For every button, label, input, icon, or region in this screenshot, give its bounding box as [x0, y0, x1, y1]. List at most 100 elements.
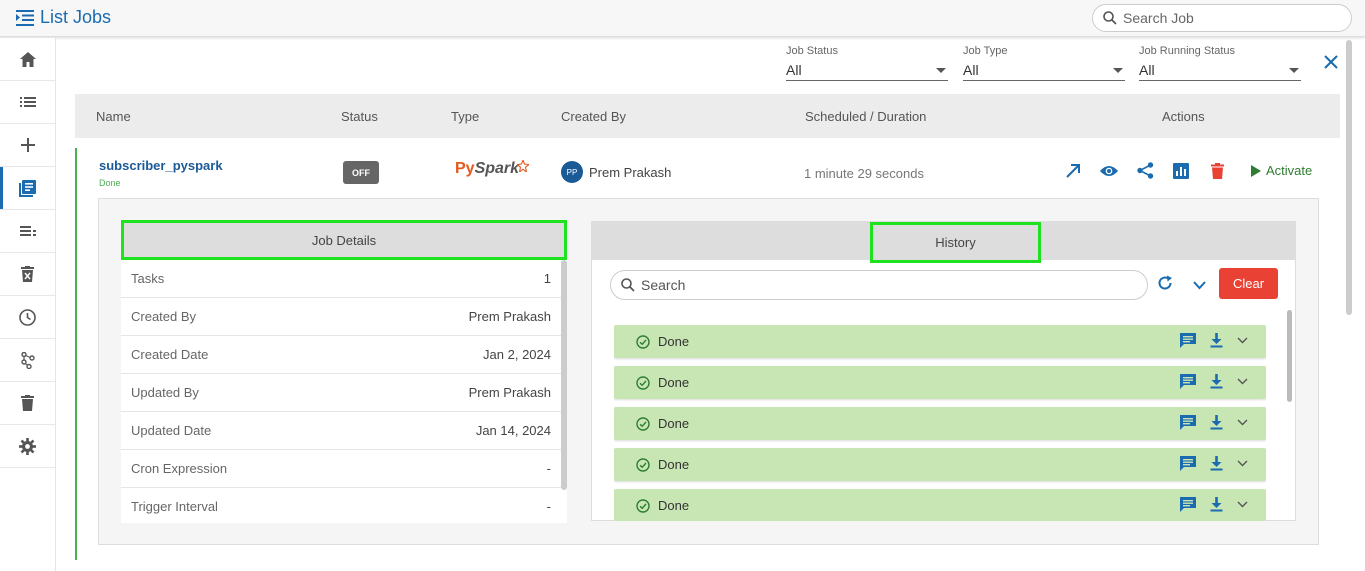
- history-scrollbar[interactable]: [1287, 310, 1292, 402]
- gear-icon: [19, 437, 36, 455]
- logs-icon[interactable]: [1180, 333, 1196, 348]
- caret-down-icon: [1113, 67, 1123, 73]
- sidebar-item-create[interactable]: [0, 124, 55, 167]
- sidebar-item-trash[interactable]: [0, 382, 55, 425]
- download-icon[interactable]: [1210, 333, 1223, 348]
- history-tab[interactable]: History: [870, 222, 1041, 263]
- chevron-down-icon: [1193, 281, 1206, 290]
- clear-button[interactable]: Clear: [1219, 268, 1278, 299]
- view-job-button[interactable]: [1091, 164, 1127, 178]
- history-panel: History Search Clear Done Done Done Done…: [591, 221, 1296, 521]
- chevron-down-icon[interactable]: [1237, 419, 1248, 426]
- delete-icon: [21, 395, 34, 411]
- chevron-down-icon[interactable]: [1237, 460, 1248, 467]
- activate-button[interactable]: Activate: [1251, 163, 1312, 178]
- caret-down-icon: [1289, 67, 1299, 73]
- chevron-down-icon[interactable]: [1237, 501, 1248, 508]
- chevron-down-icon[interactable]: [1237, 337, 1248, 344]
- share-icon: [1136, 162, 1153, 179]
- sidebar-item-list[interactable]: [0, 81, 55, 124]
- detail-row: Trigger Interval -: [121, 488, 561, 523]
- main-scrollbar[interactable]: [1346, 40, 1352, 315]
- detail-value: Jan 2, 2024: [483, 347, 551, 362]
- history-item-actions: [1180, 374, 1248, 389]
- filter-value: All: [1139, 62, 1155, 78]
- filter-label: Job Status: [786, 45, 838, 57]
- detail-value: -: [546, 461, 551, 476]
- download-icon[interactable]: [1210, 456, 1223, 471]
- detail-value: Jan 14, 2024: [475, 423, 551, 438]
- list-item[interactable]: Done: [614, 448, 1266, 481]
- list-item[interactable]: Done: [614, 489, 1266, 521]
- detail-label: Cron Expression: [131, 461, 228, 476]
- search-job-input[interactable]: [1123, 10, 1323, 26]
- status-badge[interactable]: OFF: [343, 161, 379, 184]
- open-job-button[interactable]: [1055, 163, 1091, 178]
- job-name-link[interactable]: subscriber_pyspark: [99, 158, 223, 173]
- history-status: Done: [658, 375, 690, 390]
- sidebar-item-home[interactable]: [0, 38, 55, 81]
- search-icon: [1103, 11, 1117, 25]
- detail-row: Updated By Prem Prakash: [121, 374, 561, 412]
- detail-label: Trigger Interval: [131, 499, 218, 514]
- history-search-box[interactable]: Search: [610, 270, 1148, 300]
- filter-job-type[interactable]: Job Type All: [963, 45, 1125, 81]
- filter-select[interactable]: All: [786, 60, 948, 81]
- detail-value: 1: [543, 271, 551, 286]
- job-substatus: Done: [99, 178, 121, 188]
- play-icon: [1251, 164, 1261, 177]
- logo-spark: Spark: [474, 160, 520, 177]
- download-icon[interactable]: [1210, 415, 1223, 430]
- detail-label: Tasks: [131, 271, 165, 286]
- sidebar-item-pipelines[interactable]: [0, 210, 55, 253]
- list-item[interactable]: Done: [614, 366, 1266, 399]
- filter-select[interactable]: All: [1139, 60, 1301, 81]
- check-circle-icon: [636, 457, 650, 472]
- detail-row: Updated Date Jan 14, 2024: [121, 412, 561, 450]
- check-circle-icon: [636, 334, 650, 349]
- spark-star-icon: [515, 158, 531, 174]
- menu-list-icon[interactable]: [16, 9, 34, 26]
- delete-job-button[interactable]: [1199, 162, 1235, 179]
- detail-row: Cron Expression -: [121, 450, 561, 488]
- job-monitor-button[interactable]: [1163, 162, 1199, 179]
- sidebar-item-removed[interactable]: [0, 253, 55, 296]
- logs-icon[interactable]: [1180, 497, 1196, 512]
- job-details-tab[interactable]: Job Details: [121, 220, 567, 260]
- sidebar-item-settings[interactable]: [0, 425, 55, 468]
- search-job-box[interactable]: [1092, 4, 1352, 32]
- job-details-list: Tasks 1 Created By Prem Prakash Created Da…: [121, 260, 561, 523]
- sidebar-item-history[interactable]: [0, 296, 55, 339]
- expand-all-button[interactable]: [1193, 277, 1206, 295]
- close-icon: [1324, 55, 1338, 69]
- refresh-button[interactable]: [1157, 275, 1173, 296]
- pipeline-icon: [19, 226, 36, 236]
- logs-icon[interactable]: [1180, 456, 1196, 471]
- filter-select[interactable]: All: [963, 60, 1125, 81]
- logs-icon[interactable]: [1180, 415, 1196, 430]
- history-item-actions: [1180, 415, 1248, 430]
- filter-job-status[interactable]: Job Status All: [786, 45, 948, 81]
- check-circle-icon: [636, 498, 650, 513]
- list-item[interactable]: Done: [614, 325, 1266, 358]
- activate-label: Activate: [1266, 163, 1313, 178]
- history-search-placeholder[interactable]: Search: [641, 277, 685, 293]
- share-job-button[interactable]: [1127, 162, 1163, 179]
- chevron-down-icon[interactable]: [1237, 378, 1248, 385]
- job-details-scrollbar[interactable]: [561, 260, 567, 490]
- detail-label: Created By: [131, 309, 197, 324]
- filter-job-running-status[interactable]: Job Running Status All: [1139, 45, 1301, 81]
- download-icon[interactable]: [1210, 497, 1223, 512]
- job-duration: 1 minute 29 seconds: [804, 166, 924, 181]
- sidebar-item-jobs[interactable]: [0, 167, 55, 210]
- detail-value: Prem Prakash: [468, 385, 551, 400]
- history-status: Done: [658, 416, 690, 431]
- detail-row: Tasks 1: [121, 260, 561, 298]
- home-icon: [19, 51, 36, 67]
- logs-icon[interactable]: [1180, 374, 1196, 389]
- sidebar-item-flows[interactable]: [0, 339, 55, 382]
- list-item[interactable]: Done: [614, 407, 1266, 440]
- filter-value: All: [963, 62, 979, 78]
- download-icon[interactable]: [1210, 374, 1223, 389]
- close-filters-button[interactable]: [1324, 55, 1338, 74]
